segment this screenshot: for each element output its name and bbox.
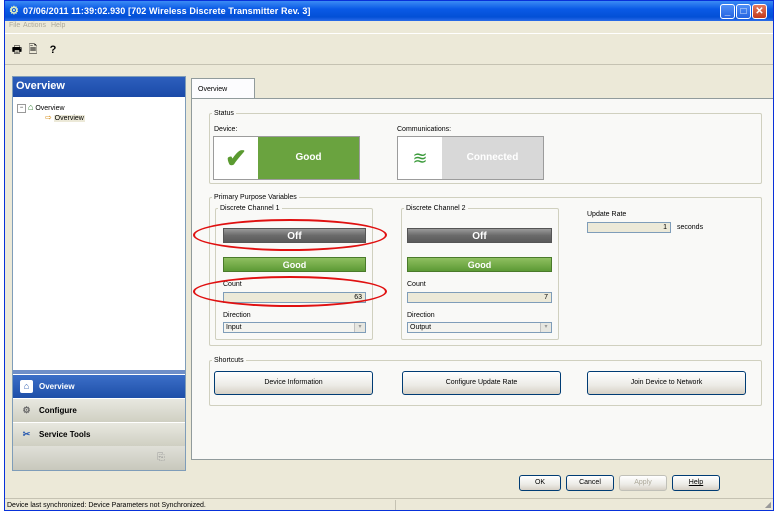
wireless-signal-icon: ≋ (398, 137, 442, 179)
window-title: 07/06/2011 11:39:02.930 [702 Wireless Di… (23, 6, 311, 16)
communications-status-value: Connected (466, 152, 519, 163)
minimize-button[interactable]: _ (720, 4, 735, 19)
gear-icon: ⚙ (22, 405, 31, 415)
home-icon: ⌂ (27, 102, 34, 112)
print-icon[interactable]: 🖶 (9, 42, 25, 58)
context-help-icon[interactable]: ? (45, 42, 61, 58)
menu-actions[interactable]: Actions (23, 22, 46, 29)
nav-configure[interactable]: ⚙ Configure (13, 398, 185, 422)
status-bar: Device last synchronized: Device Paramet… (5, 498, 773, 510)
device-status-box: ✔ Good (213, 136, 360, 180)
device-label: Device: (214, 126, 238, 133)
tree-child[interactable]: ⇨ Overview (45, 113, 85, 122)
channel-2-status: Good (407, 257, 552, 272)
device-status-value: Good (295, 152, 322, 163)
close-button[interactable]: ✕ (752, 4, 767, 19)
communications-label: Communications: (397, 126, 452, 133)
print-preview-icon[interactable]: 🗎 (25, 42, 41, 58)
menu-file[interactable]: File (9, 22, 20, 29)
channel-2-count-label: Count (407, 281, 426, 288)
configure-update-rate-button[interactable]: Configure Update Rate (402, 371, 561, 395)
annotation-ellipse-b (193, 276, 387, 307)
channel-2-count-field: 7 (407, 292, 552, 303)
status-group-title: Status (214, 110, 234, 117)
status-bar-divider (395, 500, 396, 510)
channel-2-direction-label: Direction (407, 312, 435, 319)
chevron-icon[interactable]: ⎘ (157, 452, 165, 463)
tree-child-label: Overview (53, 115, 85, 122)
channel-1-direction-select[interactable]: Input ▾ (223, 322, 366, 333)
channel-2-direction-select[interactable]: Output ▾ (407, 322, 552, 333)
help-button[interactable]: Help (672, 475, 720, 491)
cancel-button[interactable]: Cancel (566, 475, 614, 491)
device-information-button[interactable]: Device Information (214, 371, 373, 395)
ok-button[interactable]: OK (519, 475, 561, 491)
channel-2-state: Off (407, 228, 552, 243)
home-icon: ⌂ (20, 380, 33, 393)
nav-service-tools[interactable]: ✂ Service Tools (13, 422, 185, 446)
toolbar: 🖶 🗎 ? (5, 33, 773, 65)
maximize-button[interactable]: □ (736, 4, 751, 19)
channel-2-title: Discrete Channel 2 (406, 205, 466, 212)
chevron-down-icon[interactable]: ▾ (354, 323, 365, 332)
shortcuts-title: Shortcuts (214, 357, 244, 364)
checkmark-icon: ✔ (214, 137, 258, 179)
wrench-icon: ✂ (22, 429, 31, 439)
channel-1-direction-label: Direction (223, 312, 251, 319)
update-rate-unit: seconds (677, 224, 704, 231)
menu-help[interactable]: Help (51, 22, 65, 29)
resize-grip-icon[interactable]: ◢ (765, 500, 771, 509)
update-rate-label: Update Rate (587, 211, 627, 218)
tab-overview[interactable]: Overview (191, 78, 255, 99)
panel-header: Overview (13, 77, 185, 97)
chevron-down-icon[interactable]: ▾ (540, 323, 551, 332)
channel-1-status: Good (223, 257, 366, 272)
join-device-to-network-button[interactable]: Join Device to Network (587, 371, 746, 395)
arrow-right-icon: ⇨ (45, 113, 52, 122)
tree-root[interactable]: − ⌂ Overview (17, 102, 65, 113)
update-rate-field: 1 (587, 222, 671, 233)
primary-variables-title: Primary Purpose Variables (214, 194, 297, 201)
nav-footer: ⎘ (13, 446, 185, 470)
communications-status-box: ≋ Connected (397, 136, 544, 180)
app-window: ⚙ 07/06/2011 11:39:02.930 [702 Wireless … (4, 0, 774, 511)
nav-overview[interactable]: ⌂ Overview (13, 374, 185, 398)
app-icon: ⚙ (9, 5, 19, 17)
tree-collapse-icon[interactable]: − (17, 103, 26, 113)
tree-root-label: Overview (35, 105, 65, 112)
channel-1-title: Discrete Channel 1 (220, 205, 280, 212)
title-bar[interactable]: ⚙ 07/06/2011 11:39:02.930 [702 Wireless … (5, 1, 773, 21)
status-bar-text: Device last synchronized: Device Paramet… (7, 502, 206, 509)
navigation-panel: Overview − ⌂ Overview ⇨ Overview ⌂ Overv… (12, 76, 186, 471)
menu-bar: File Actions Help (5, 21, 773, 32)
annotation-ellipse-a (193, 219, 387, 251)
apply-button[interactable]: Apply (619, 475, 667, 491)
